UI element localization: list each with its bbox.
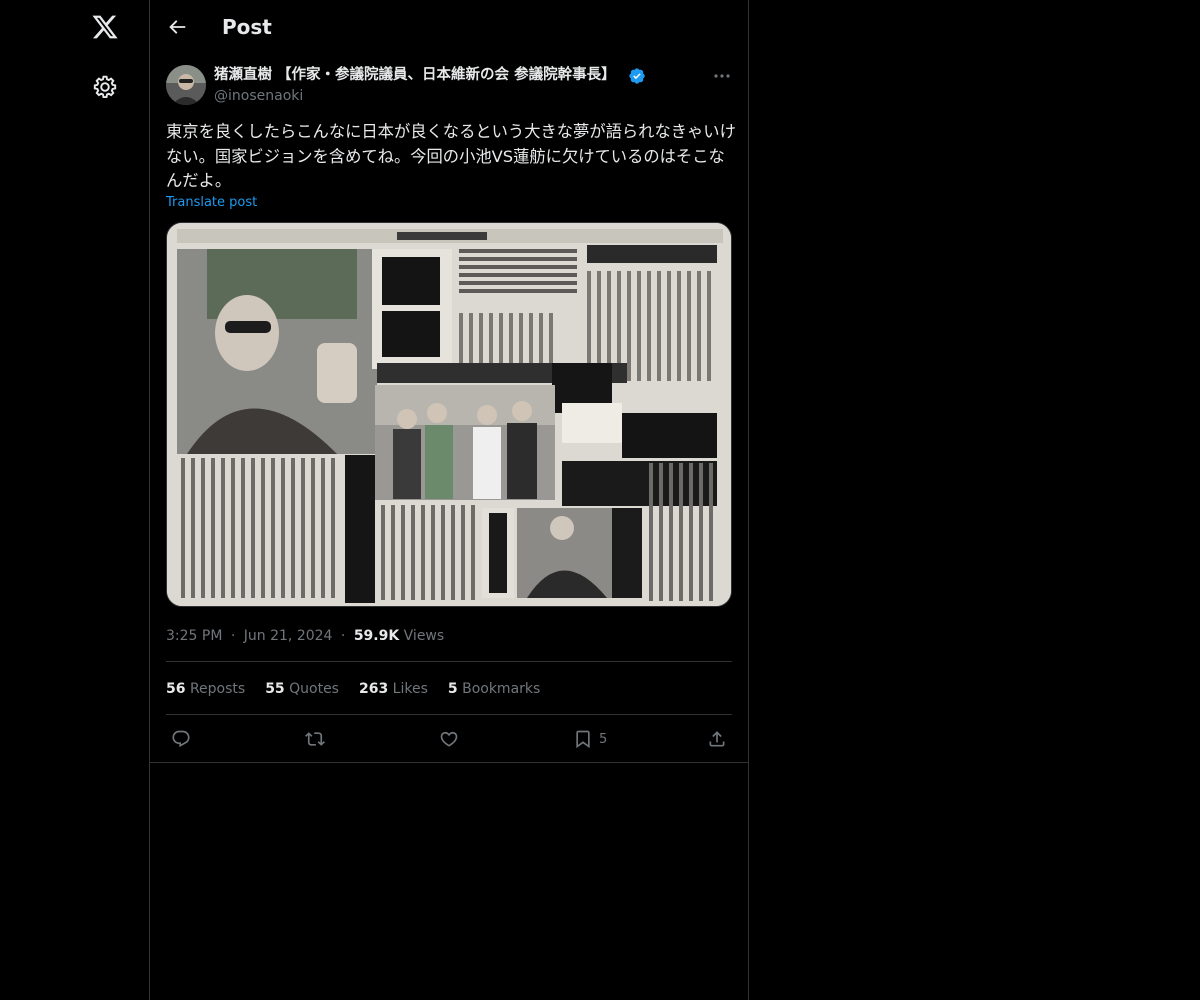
views-label: Views bbox=[403, 628, 445, 644]
bookmarks-count: 5 bbox=[447, 681, 458, 697]
post-image[interactable] bbox=[166, 222, 732, 607]
repost-button[interactable] bbox=[305, 728, 325, 750]
reply-button[interactable] bbox=[171, 728, 191, 750]
gear-icon[interactable] bbox=[92, 74, 118, 100]
verified-badge-icon bbox=[628, 67, 646, 85]
quotes-stat[interactable]: 55 Quotes bbox=[265, 679, 339, 699]
heart-icon bbox=[440, 731, 458, 747]
divider bbox=[166, 714, 732, 715]
page-title: Post bbox=[222, 15, 272, 39]
post-meta: 3:25 PM · Jun 21, 2024 · 59.9K Views bbox=[166, 626, 444, 646]
post-text: 東京を良くしたらこんなに日本が良くなるという大きな夢が語られなきゃいけない。国家… bbox=[166, 122, 736, 190]
reposts-label: Reposts bbox=[189, 681, 246, 697]
post-actions: 5 bbox=[166, 728, 732, 752]
bookmark-count: 5 bbox=[599, 731, 608, 747]
translate-post-link[interactable]: Translate post bbox=[166, 194, 257, 212]
post-stats: 56 Reposts 55 Quotes 263 Likes 5 Bookmar… bbox=[166, 679, 540, 699]
bookmarks-stat[interactable]: 5 Bookmarks bbox=[448, 679, 540, 699]
bookmarks-label: Bookmarks bbox=[462, 681, 541, 697]
author-name[interactable]: 猪瀬直樹 【作家・参議院議員、日本維新の会 参議院幹事長】 bbox=[214, 65, 616, 85]
arrow-left-icon[interactable] bbox=[166, 16, 188, 38]
like-button[interactable] bbox=[439, 728, 459, 750]
main-column: Post 猪瀬直樹 【作家・参議院議員、日本維新の会 参議院幹事長】 @inos… bbox=[149, 0, 749, 1000]
bookmark-button[interactable]: 5 bbox=[573, 728, 607, 750]
divider bbox=[150, 762, 748, 763]
share-icon bbox=[709, 731, 725, 747]
likes-stat[interactable]: 263 Likes bbox=[359, 679, 428, 699]
likes-label: Likes bbox=[392, 681, 428, 697]
quotes-count: 55 bbox=[265, 681, 285, 697]
post-time[interactable]: 3:25 PM bbox=[166, 628, 222, 644]
quotes-label: Quotes bbox=[289, 681, 339, 697]
reposts-stat[interactable]: 56 Reposts bbox=[166, 679, 245, 699]
likes-count: 263 bbox=[358, 681, 389, 697]
reply-icon bbox=[172, 730, 190, 748]
reposts-count: 56 bbox=[166, 681, 186, 697]
x-logo-icon[interactable] bbox=[90, 12, 120, 42]
post-date[interactable]: Jun 21, 2024 bbox=[244, 628, 333, 644]
repost-icon bbox=[305, 732, 325, 746]
left-rail bbox=[0, 0, 150, 1000]
meta-separator: · bbox=[230, 628, 236, 644]
post-header: Post bbox=[150, 0, 748, 54]
author-handle[interactable]: @inosenaoki bbox=[214, 86, 303, 106]
views-count: 59.9K bbox=[353, 628, 400, 644]
share-button[interactable] bbox=[707, 728, 727, 750]
avatar[interactable] bbox=[166, 65, 206, 105]
more-options-icon[interactable] bbox=[712, 66, 732, 86]
meta-separator: · bbox=[340, 628, 346, 644]
newspaper-image bbox=[167, 223, 731, 606]
divider bbox=[166, 661, 732, 662]
bookmark-icon bbox=[576, 730, 590, 749]
